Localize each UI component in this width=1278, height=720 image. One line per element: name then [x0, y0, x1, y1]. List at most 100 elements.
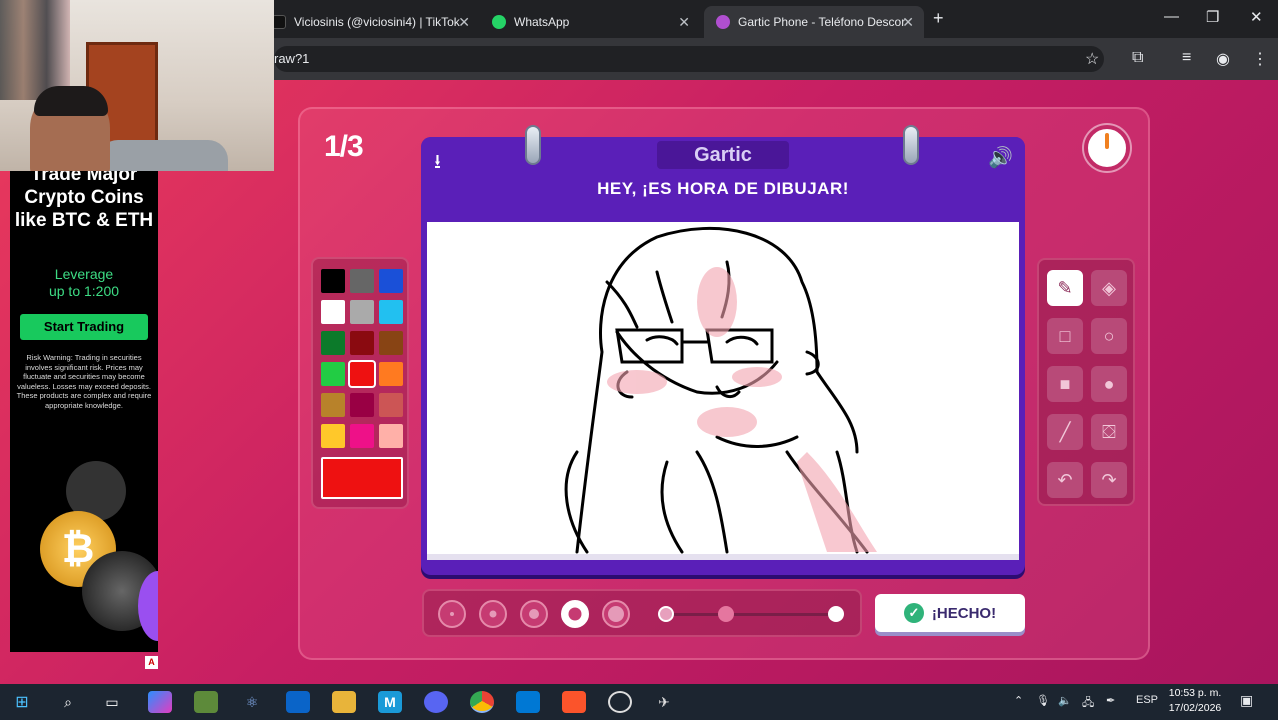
- round-counter: 1/3: [324, 130, 364, 163]
- media-controls-icon[interactable]: ≡: [1182, 49, 1191, 67]
- chrome-icon[interactable]: [470, 691, 494, 713]
- clock[interactable]: 10:53 p. m. 17/02/2026: [1158, 686, 1232, 716]
- brush-size-option[interactable]: [602, 600, 630, 628]
- bookmark-star-icon[interactable]: ☆: [1085, 49, 1099, 69]
- pencil-icon[interactable]: ✎: [1047, 270, 1083, 306]
- color-swatch[interactable]: [350, 300, 374, 324]
- app-m-icon[interactable]: M: [378, 691, 402, 713]
- color-swatch[interactable]: [379, 424, 403, 448]
- clock-date: 17/02/2026: [1168, 702, 1222, 714]
- close-tab-icon[interactable]: ✕: [678, 14, 690, 31]
- tab-tiktok[interactable]: Viciosinis (@viciosini4) | TikTok ✕: [260, 6, 480, 38]
- speaker-icon[interactable]: 🔈: [1058, 694, 1072, 707]
- gartic-icon: [716, 15, 730, 29]
- extensions-icon[interactable]: ⧉: [1132, 49, 1143, 67]
- tool-panel: ✎ ◈ □ ○ ■ ● ╱ ⛋ ↶ ↷: [1037, 258, 1135, 506]
- tab-whatsapp[interactable]: WhatsApp ✕: [480, 6, 700, 38]
- ad-badge: A: [145, 656, 158, 669]
- opacity-max-icon: [828, 606, 844, 622]
- opacity-slider-handle[interactable]: [718, 606, 735, 622]
- color-swatch[interactable]: [379, 269, 403, 293]
- store-icon[interactable]: [286, 691, 310, 713]
- tiktok-icon: [272, 15, 286, 29]
- check-icon: ✓: [903, 603, 924, 623]
- drawing-artwork: [564, 226, 877, 554]
- terminal-icon[interactable]: [516, 691, 540, 713]
- profile-icon[interactable]: ◉: [1216, 49, 1230, 69]
- color-swatch[interactable]: [350, 269, 374, 293]
- close-tab-icon[interactable]: ✕: [458, 14, 470, 31]
- file-explorer-icon[interactable]: [332, 691, 356, 713]
- circle-outline-icon[interactable]: ○: [1091, 318, 1127, 354]
- bucket-icon[interactable]: ⛋: [1091, 414, 1127, 450]
- color-swatch[interactable]: [379, 300, 403, 324]
- chevron-up-icon[interactable]: ⌃: [1014, 694, 1023, 707]
- color-swatch[interactable]: [321, 424, 345, 448]
- brush-size-option[interactable]: [561, 600, 589, 628]
- rectangle-fill-icon[interactable]: ■: [1047, 366, 1083, 402]
- ad-subtitle-line: up to 1:200: [48, 283, 120, 299]
- brave-icon[interactable]: [562, 691, 586, 713]
- undo-icon[interactable]: ↶: [1047, 462, 1083, 498]
- react-icon[interactable]: ⚛: [240, 691, 264, 713]
- tab-title: Viciosinis (@viciosini4) | TikTok: [294, 15, 460, 29]
- brush-size-bar: [422, 589, 862, 637]
- color-swatch[interactable]: [321, 269, 345, 293]
- done-button[interactable]: ✓ ¡HECHO!: [875, 594, 1025, 632]
- language-indicator[interactable]: ESP: [1136, 694, 1158, 706]
- line-icon[interactable]: ╱: [1047, 414, 1083, 450]
- menu-icon[interactable]: ⋮: [1252, 49, 1268, 69]
- task-view-icon[interactable]: ▭: [100, 691, 124, 713]
- brush-size-option[interactable]: [520, 600, 548, 628]
- whatsapp-icon: [492, 15, 506, 29]
- color-swatch[interactable]: [379, 393, 403, 417]
- color-swatch[interactable]: [379, 362, 403, 386]
- color-swatch[interactable]: [321, 362, 345, 386]
- minecraft-icon[interactable]: [194, 691, 218, 713]
- close-tab-icon[interactable]: ✕: [902, 14, 914, 31]
- tab-gartic[interactable]: Gartic Phone - Teléfono Descor ✕: [704, 6, 924, 38]
- binder-ring: [903, 125, 919, 165]
- drawing-canvas[interactable]: [427, 222, 1019, 560]
- search-icon[interactable]: ⌕: [56, 691, 80, 713]
- start-trading-button[interactable]: Start Trading: [20, 314, 148, 340]
- close-window-icon[interactable]: ✕: [1250, 8, 1263, 26]
- restore-icon[interactable]: ❐: [1206, 8, 1219, 26]
- circle-fill-icon[interactable]: ●: [1091, 366, 1127, 402]
- color-swatch[interactable]: [350, 331, 374, 355]
- color-swatch[interactable]: [321, 300, 345, 324]
- discord-icon[interactable]: [424, 691, 448, 713]
- tab-title: Gartic Phone - Teléfono Descor: [738, 15, 906, 29]
- minimize-icon[interactable]: —: [1164, 8, 1179, 25]
- draw-prompt-banner: HEY, ¡ES HORA DE DIBUJAR!: [597, 179, 849, 198]
- color-swatch[interactable]: [379, 331, 403, 355]
- ad-subtitle: Leverage up to 1:200: [10, 266, 158, 300]
- brush-size-option[interactable]: [479, 600, 507, 628]
- pen-icon[interactable]: ✒: [1106, 694, 1115, 707]
- color-swatch[interactable]: [350, 393, 374, 417]
- network-icon[interactable]: 🖧: [1082, 694, 1094, 713]
- notifications-icon[interactable]: ▣: [1240, 692, 1253, 709]
- download-icon[interactable]: ⭳: [434, 147, 441, 181]
- color-swatch[interactable]: [350, 424, 374, 448]
- crypto-ad[interactable]: Trade Major Crypto Coins like BTC & ETH …: [10, 171, 158, 652]
- eraser-icon[interactable]: ◈: [1091, 270, 1127, 306]
- current-color-preview: [321, 457, 403, 499]
- color-swatch[interactable]: [348, 360, 376, 388]
- url-field[interactable]: raw?1: [274, 46, 1104, 72]
- microphone-icon[interactable]: 🎙: [1036, 694, 1050, 707]
- brush-size-option[interactable]: [438, 600, 466, 628]
- copilot-icon[interactable]: [148, 691, 172, 713]
- color-palette: [311, 257, 409, 509]
- color-swatch[interactable]: [321, 393, 345, 417]
- start-icon[interactable]: ⊞: [10, 691, 34, 713]
- redo-icon[interactable]: ↷: [1091, 462, 1127, 498]
- color-swatch[interactable]: [321, 331, 345, 355]
- tool-app-icon[interactable]: ✈: [652, 691, 676, 713]
- rectangle-outline-icon[interactable]: □: [1047, 318, 1083, 354]
- opacity-slider-track[interactable]: [666, 613, 838, 616]
- volume-icon[interactable]: 🔊: [988, 145, 1013, 170]
- done-label: ¡HECHO!: [931, 604, 997, 622]
- obs-icon[interactable]: [608, 691, 632, 713]
- new-tab-button[interactable]: +: [933, 8, 944, 29]
